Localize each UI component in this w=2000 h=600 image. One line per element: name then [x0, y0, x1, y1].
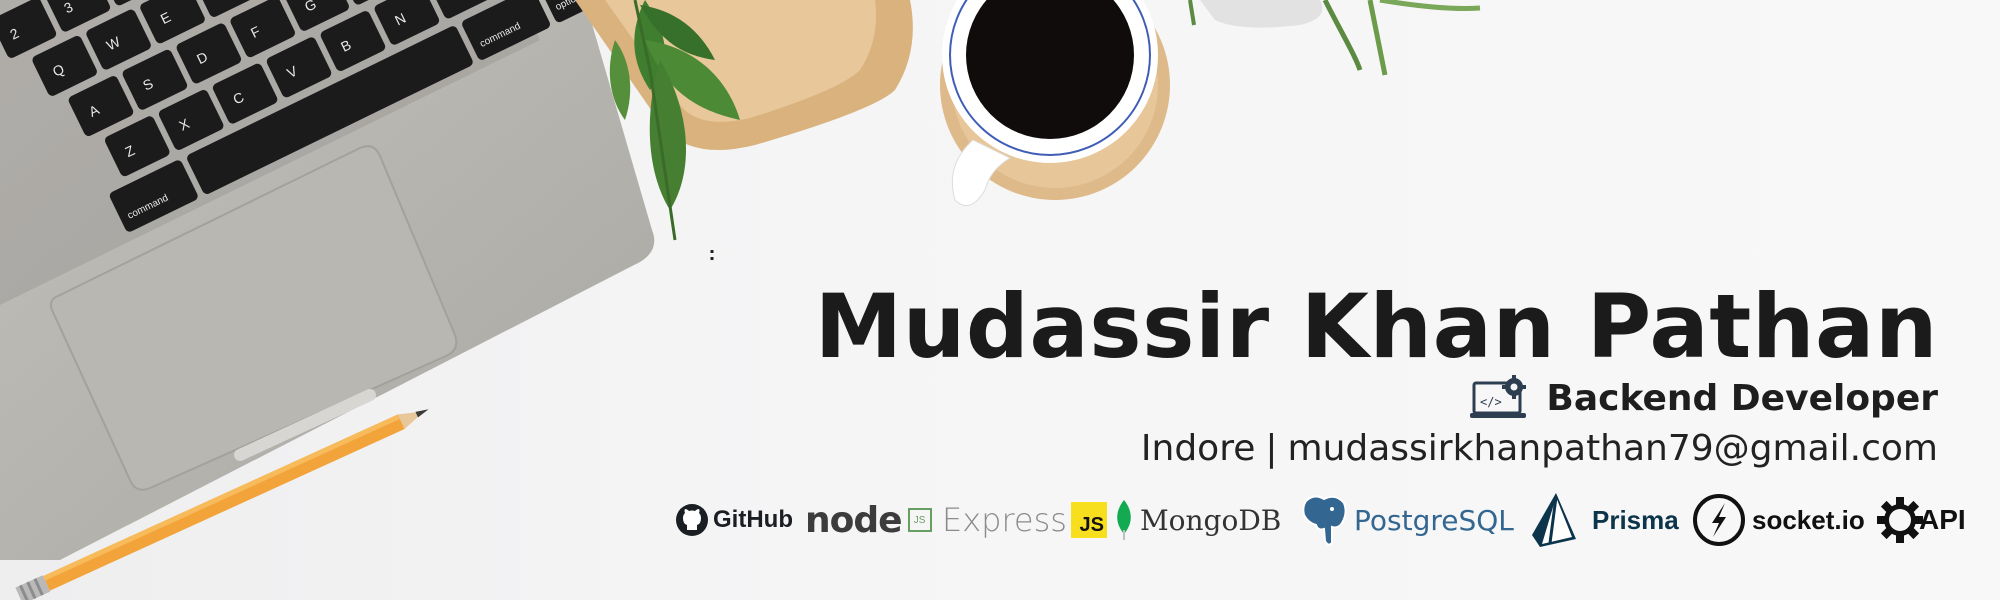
potted-plant-image	[1188, 0, 1481, 76]
role-row: </> Backend Developer	[1470, 375, 1938, 421]
postgres-label-b: SQL	[1458, 503, 1514, 537]
laptop-code-gear-icon: </>	[1470, 375, 1527, 418]
mongodb-label: MongoDB	[1140, 503, 1282, 537]
node-label: node	[805, 499, 903, 541]
postgres-label-a: Postgre	[1354, 503, 1459, 537]
express-js-badge: JS	[1070, 502, 1107, 538]
prisma-triangle-icon	[1532, 493, 1576, 547]
contact-row: Indore | mudassirkhanpathan79@gmail.com	[1141, 428, 1938, 469]
plant-tray-image	[575, 0, 913, 260]
api-gear-icon	[1877, 497, 1923, 543]
tech-prisma: Prisma	[1530, 490, 1679, 550]
email-link[interactable]: mudassirkhanpathan79@gmail.com	[1288, 428, 1939, 469]
mongodb-leaf-icon	[1117, 500, 1131, 540]
coffee-cup-image	[940, 0, 1170, 207]
tech-socketio: socket.io	[1692, 490, 1865, 550]
profile-name: Mudassir Khan Pathan	[814, 275, 1938, 378]
location-text: Indore	[1140, 428, 1256, 469]
svg-text:</>: </>	[1480, 395, 1502, 409]
socketio-label: socket.io	[1752, 504, 1865, 535]
postgres-elephant-icon	[1302, 495, 1347, 546]
tech-mongodb: MongoDB	[1114, 490, 1281, 550]
socketio-bolt-icon	[1693, 494, 1745, 546]
github-label: GitHub	[713, 506, 793, 533]
prisma-label: Prisma	[1592, 504, 1679, 535]
tech-postgresql: Postgre SQL	[1298, 490, 1514, 550]
role-title: Backend Developer	[1546, 377, 1938, 419]
tech-github: GitHub	[675, 490, 793, 550]
contact-separator: |	[1265, 428, 1278, 469]
github-icon	[676, 504, 708, 536]
pencil-image	[15, 409, 429, 600]
tech-node: node JS	[805, 490, 932, 550]
express-label: Express	[942, 501, 1067, 539]
api-label: API	[1919, 504, 1966, 535]
node-js-badge: JS	[907, 508, 932, 532]
tech-api: API	[1875, 490, 1966, 550]
tech-express: Express JS	[942, 490, 1107, 550]
